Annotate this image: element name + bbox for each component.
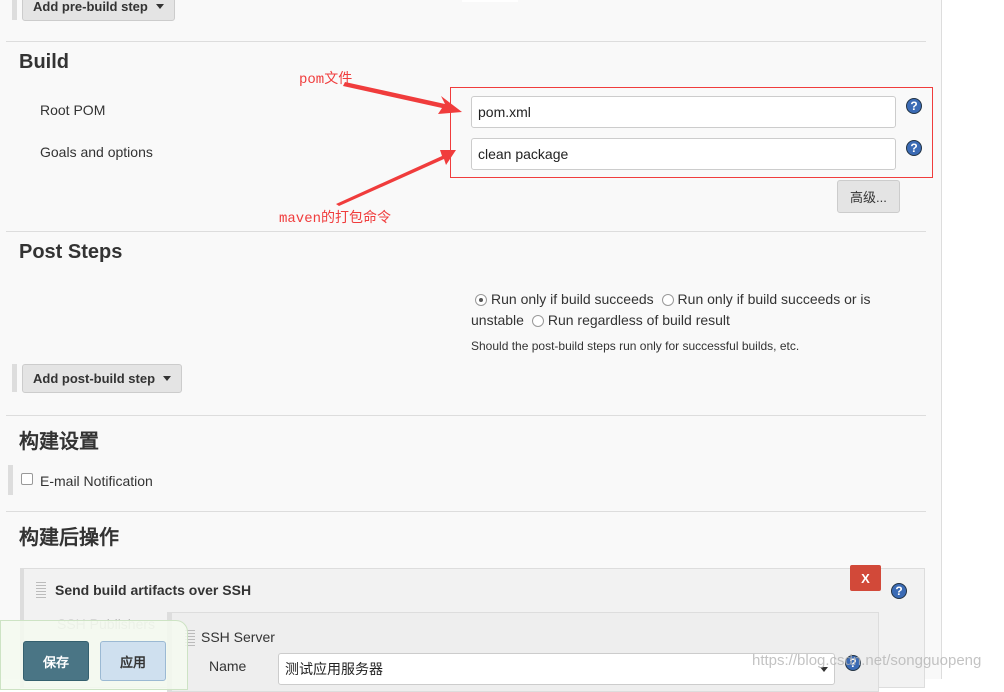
ssh-panel-title: Send build artifacts over SSH — [55, 582, 252, 598]
radio-label: unstable — [471, 312, 524, 328]
section-bar — [8, 465, 13, 495]
arrow-icon — [336, 150, 456, 206]
radio-regardless[interactable] — [531, 315, 544, 327]
radio-succeeds-or-unstable[interactable] — [661, 294, 674, 306]
radio-label: Run only if build succeeds or is — [677, 291, 871, 307]
annotation-arrows — [336, 82, 462, 206]
section-bar — [12, 364, 17, 392]
ssh-server-label: SSH Server — [201, 629, 275, 645]
divider — [6, 511, 926, 512]
post-steps-options: Run only if build succeeds Run only if b… — [471, 289, 901, 331]
email-label: E-mail Notification — [40, 473, 153, 489]
post-steps-heading: Post Steps — [19, 241, 123, 263]
radio-label: Run only if build succeeds — [491, 291, 654, 307]
caret-down-icon — [163, 376, 172, 381]
save-button[interactable]: 保存 — [23, 641, 89, 681]
drag-handle-icon[interactable] — [36, 582, 46, 598]
add-post-build-step-button[interactable]: Add post-build step — [22, 364, 183, 393]
config-page: Add pre-build step Build Root POM Goals … — [0, 0, 942, 692]
radio-succeeds[interactable] — [475, 294, 487, 306]
build-settings-heading: 构建设置 — [19, 431, 99, 453]
divider — [6, 415, 926, 416]
name-label: Name — [209, 658, 247, 674]
radio-label: Run regardless of build result — [547, 312, 730, 328]
help-icon[interactable]: ? — [891, 583, 907, 599]
apply-button[interactable]: 应用 — [100, 641, 166, 681]
divider — [6, 231, 926, 232]
post-steps-hint: Should the post-build steps run only for… — [471, 339, 800, 353]
delete-button[interactable]: X — [850, 565, 881, 591]
email-checkbox[interactable] — [21, 473, 33, 485]
select-value: 测试应用服务器 — [285, 661, 383, 677]
button-label: Add post-build step — [33, 371, 156, 386]
post-build-heading: 构建后操作 — [19, 527, 119, 549]
arrow-icon — [343, 82, 462, 114]
watermark: https://blog.csdn.net/songguopeng — [752, 652, 982, 669]
